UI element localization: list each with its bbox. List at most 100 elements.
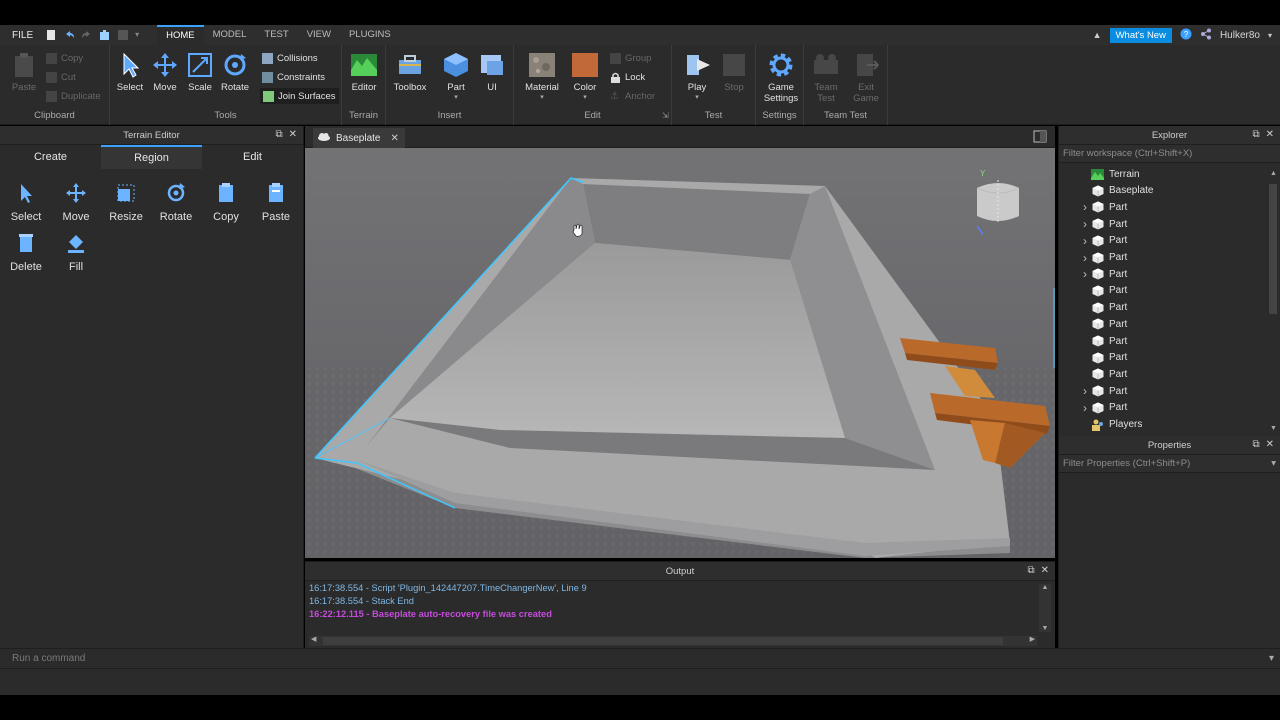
explorer-item[interactable]: › Part	[1079, 266, 1127, 282]
scroll-up-icon[interactable]: ▲	[1270, 170, 1277, 177]
properties-filter-input[interactable]: Filter Properties (Ctrl+Shift+P) ▾	[1059, 455, 1280, 473]
command-bar[interactable]: Run a command ▾	[0, 648, 1280, 668]
scroll-down-icon[interactable]: ▼	[1039, 625, 1051, 632]
copy-button[interactable]: Copy	[46, 50, 83, 66]
close-tab-icon[interactable]: ✕	[390, 133, 398, 144]
chevron-right-icon[interactable]: ›	[1079, 217, 1091, 231]
chevron-right-icon[interactable]: ›	[1079, 384, 1091, 398]
tab-create[interactable]: Create	[0, 145, 101, 169]
anchor-button[interactable]: ⚓ Anchor	[610, 88, 655, 104]
region-copy-tool[interactable]: Copy	[201, 181, 251, 223]
share-icon[interactable]	[1200, 28, 1212, 43]
undo-icon[interactable]	[63, 29, 75, 41]
explorer-item[interactable]: Part	[1079, 350, 1127, 366]
ui-button[interactable]: UI	[474, 51, 510, 93]
close-icon[interactable]: ✕	[1266, 439, 1274, 450]
toolbox-button[interactable]: Toolbox	[392, 51, 428, 93]
region-select-tool[interactable]: Select	[1, 181, 51, 223]
tab-region[interactable]: Region	[101, 145, 202, 169]
output-hscroll-thumb[interactable]	[323, 637, 1003, 645]
collapse-ribbon-icon[interactable]: ▲	[1093, 30, 1102, 40]
username[interactable]: Hulker8o	[1220, 30, 1260, 41]
output-vscrollbar[interactable]: ▲ ▼	[1039, 584, 1051, 632]
duplicate-button[interactable]: Duplicate	[46, 88, 101, 104]
paste-button[interactable]: Paste	[6, 51, 42, 93]
material-dropdown-icon[interactable]: ▾	[524, 93, 560, 101]
customize-icon[interactable]: ▾	[135, 29, 147, 41]
color-button[interactable]: Color ▾	[567, 51, 603, 101]
explorer-item[interactable]: › Part	[1079, 199, 1127, 215]
region-paste-tool[interactable]: Paste	[251, 181, 301, 223]
explorer-item[interactable]: › Part	[1079, 383, 1127, 399]
explorer-item[interactable]: Part	[1079, 283, 1127, 299]
explorer-item[interactable]: Part	[1079, 300, 1127, 316]
region-fill-tool[interactable]: Fill	[51, 231, 101, 273]
explorer-item[interactable]: Players	[1079, 417, 1142, 433]
tab-view[interactable]: VIEW	[298, 25, 340, 45]
explorer-item[interactable]: › Part	[1079, 400, 1127, 416]
terrain-editor-button[interactable]: Editor	[346, 51, 382, 93]
plugin-icon[interactable]	[99, 29, 111, 41]
close-icon[interactable]: ✕	[1041, 565, 1049, 576]
play-button[interactable]: Play ▾	[679, 51, 715, 101]
undock-icon[interactable]: ⧉	[1252, 439, 1259, 450]
tab-home[interactable]: HOME	[157, 25, 204, 45]
region-delete-tool[interactable]: Delete	[1, 231, 51, 273]
save-icon[interactable]	[117, 29, 129, 41]
tab-edit[interactable]: Edit	[202, 145, 303, 169]
explorer-item[interactable]: Baseplate	[1079, 183, 1153, 199]
new-file-icon[interactable]	[45, 29, 57, 41]
explorer-item[interactable]: Part	[1079, 333, 1127, 349]
select-button[interactable]: Select	[112, 51, 148, 93]
game-settings-button[interactable]: Game Settings	[762, 51, 800, 104]
output-hscrollbar[interactable]: ◀ ▶	[309, 636, 1037, 646]
edit-expand-icon[interactable]: ⇲	[662, 111, 669, 120]
join-surfaces-toggle[interactable]: Join Surfaces	[260, 88, 339, 104]
explorer-item[interactable]: Part	[1079, 366, 1127, 382]
exit-game-button[interactable]: Exit Game	[848, 51, 884, 104]
chevron-down-icon[interactable]: ▾	[1269, 649, 1274, 668]
undock-icon[interactable]: ⧉	[275, 129, 282, 140]
constraints-toggle[interactable]: Constraints	[262, 69, 325, 85]
doc-tab-baseplate[interactable]: Baseplate ✕	[313, 128, 405, 148]
color-dropdown-icon[interactable]: ▾	[567, 93, 603, 101]
explorer-item[interactable]: Terrain	[1079, 166, 1140, 182]
region-resize-tool[interactable]: Resize	[101, 181, 151, 223]
scroll-right-icon[interactable]: ▶	[1030, 635, 1035, 643]
explorer-item[interactable]: Part	[1079, 316, 1127, 332]
rotate-button[interactable]: Rotate	[217, 51, 253, 93]
undock-icon[interactable]: ⧉	[1252, 129, 1259, 140]
scroll-up-icon[interactable]: ▲	[1039, 584, 1051, 591]
chevron-right-icon[interactable]: ›	[1079, 401, 1091, 415]
move-button[interactable]: Move	[147, 51, 183, 93]
undock-icon[interactable]: ⧉	[1027, 565, 1034, 576]
3d-viewport[interactable]: Y	[305, 148, 1055, 558]
tab-plugins[interactable]: PLUGINS	[340, 25, 400, 45]
tab-test[interactable]: TEST	[255, 25, 297, 45]
explorer-scrollbar[interactable]: ▲ ▼	[1268, 170, 1278, 432]
part-dropdown-icon[interactable]: ▾	[438, 93, 474, 101]
group-button[interactable]: Group	[610, 50, 651, 66]
explorer-filter-input[interactable]: Filter workspace (Ctrl+Shift+X)	[1059, 145, 1280, 163]
help-icon[interactable]: ?	[1180, 28, 1192, 43]
explorer-item[interactable]: › Part	[1079, 233, 1127, 249]
chevron-right-icon[interactable]: ›	[1079, 267, 1091, 281]
collisions-toggle[interactable]: Collisions	[262, 50, 318, 66]
explorer-item[interactable]: › Part	[1079, 250, 1127, 266]
team-test-button[interactable]: Team Test	[808, 51, 844, 104]
scale-button[interactable]: Scale	[182, 51, 218, 93]
chevron-right-icon[interactable]: ›	[1079, 200, 1091, 214]
chevron-right-icon[interactable]: ›	[1079, 251, 1091, 265]
close-icon[interactable]: ✕	[289, 129, 297, 140]
scroll-down-icon[interactable]: ▼	[1270, 425, 1277, 432]
tab-model[interactable]: MODEL	[204, 25, 256, 45]
fullscreen-toggle-icon[interactable]	[1033, 130, 1047, 146]
material-button[interactable]: Material ▾	[524, 51, 560, 101]
chevron-right-icon[interactable]: ›	[1079, 234, 1091, 248]
scroll-left-icon[interactable]: ◀	[311, 635, 316, 643]
lock-button[interactable]: Lock	[610, 69, 645, 85]
play-dropdown-icon[interactable]: ▾	[679, 93, 715, 101]
part-button[interactable]: Part ▾	[438, 51, 474, 101]
region-move-tool[interactable]: Move	[51, 181, 101, 223]
redo-icon[interactable]	[81, 29, 93, 41]
